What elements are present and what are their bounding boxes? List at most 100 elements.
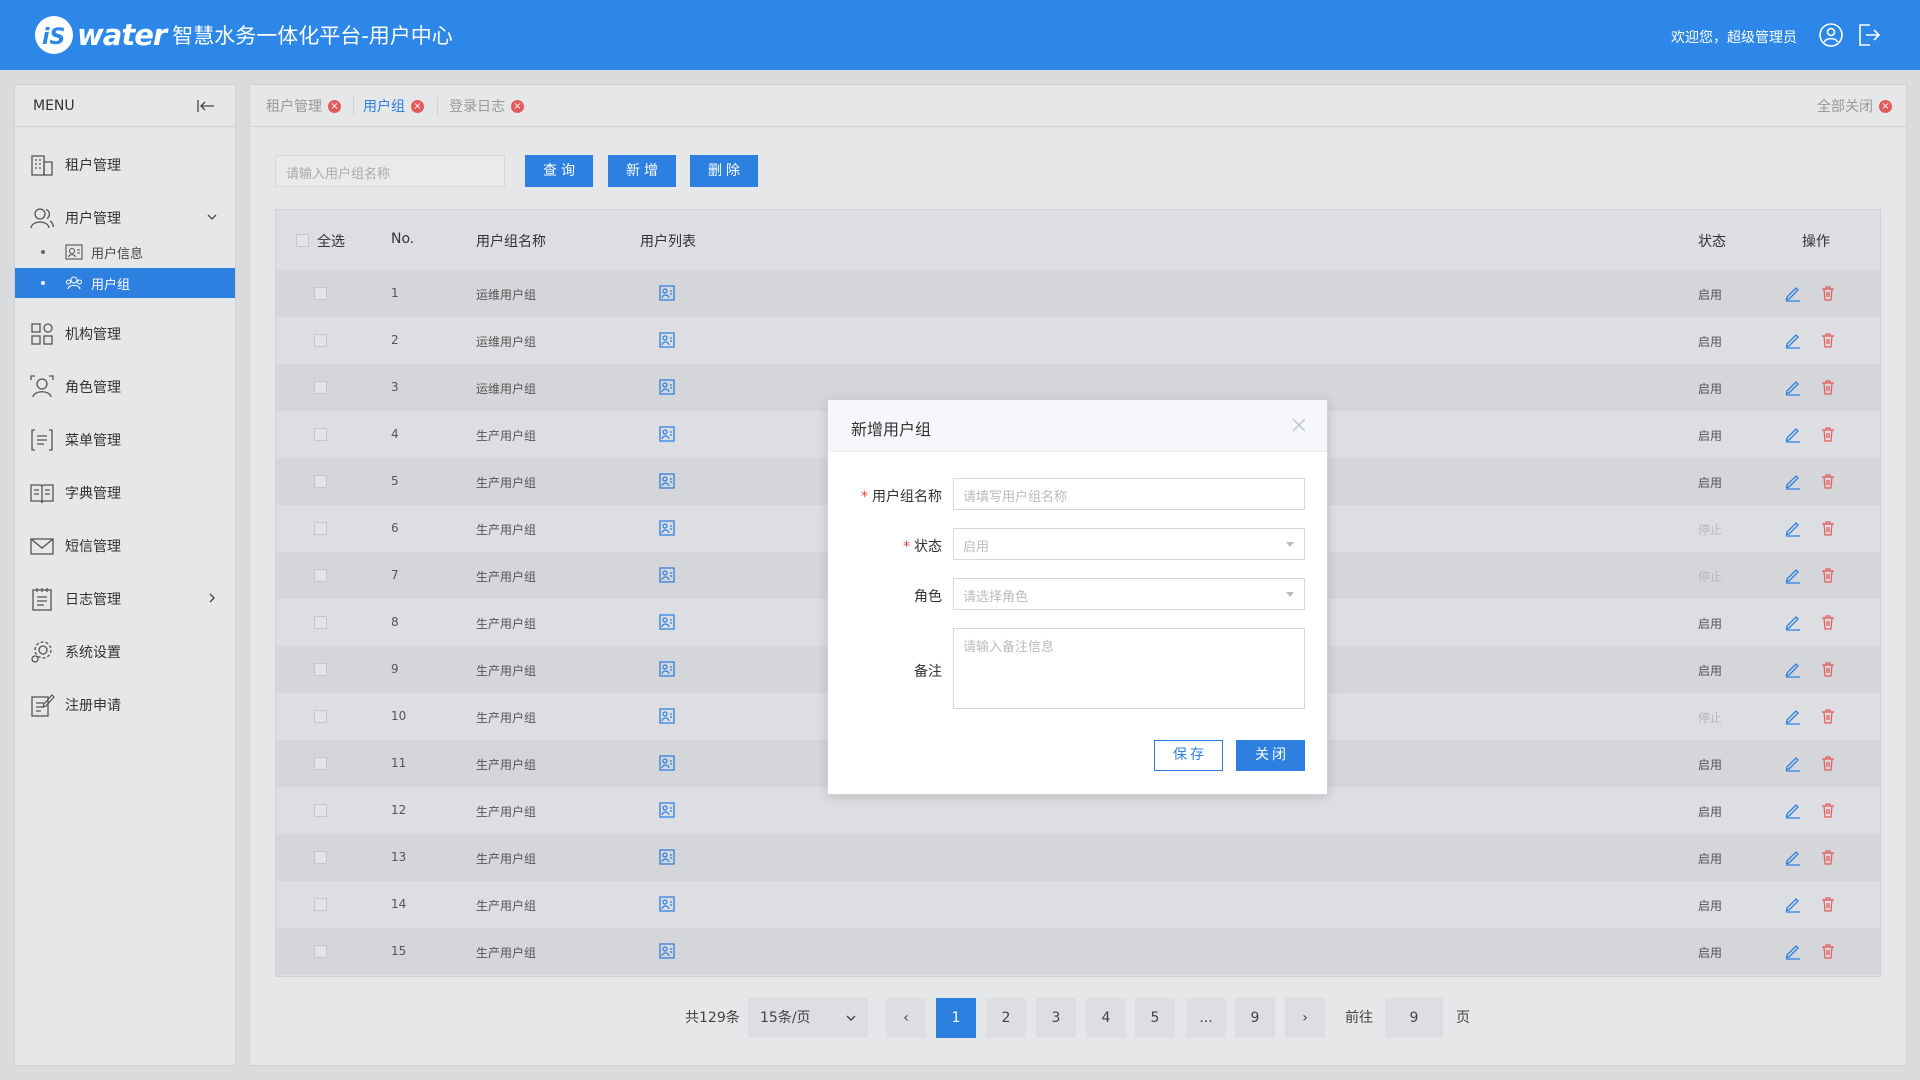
edit-icon[interactable]	[1784, 848, 1802, 866]
row-checkbox[interactable]	[314, 334, 327, 347]
user-list-icon[interactable]	[658, 707, 676, 725]
sidebar-item-tenant[interactable]: 租户管理	[15, 145, 235, 185]
user-list-icon[interactable]	[658, 942, 676, 960]
row-checkbox[interactable]	[314, 616, 327, 629]
edit-icon[interactable]	[1784, 331, 1802, 349]
close-button[interactable]: 关闭	[1236, 740, 1305, 771]
search-input[interactable]: 请输入用户组名称	[275, 155, 505, 187]
delete-icon[interactable]	[1819, 613, 1837, 631]
row-checkbox[interactable]	[314, 381, 327, 394]
select-all-checkbox[interactable]	[296, 234, 309, 247]
row-checkbox[interactable]	[314, 851, 327, 864]
edit-icon[interactable]	[1784, 378, 1802, 396]
row-checkbox[interactable]	[314, 804, 327, 817]
row-checkbox[interactable]	[314, 663, 327, 676]
sidebar-item-users[interactable]: 用户管理	[15, 198, 235, 238]
sidebar-item-org[interactable]: 机构管理	[15, 314, 235, 354]
user-list-icon[interactable]	[658, 895, 676, 913]
add-button[interactable]: 新增	[608, 155, 676, 187]
delete-icon[interactable]	[1819, 895, 1837, 913]
tab-login-log[interactable]: 登录日志 ×	[449, 85, 524, 127]
row-checkbox[interactable]	[314, 428, 327, 441]
tab-tenant[interactable]: 租户管理 ×	[266, 85, 341, 127]
delete-icon[interactable]	[1819, 848, 1837, 866]
sidebar-item-settings[interactable]: 系统设置	[15, 632, 235, 672]
row-checkbox[interactable]	[314, 898, 327, 911]
delete-icon[interactable]	[1819, 425, 1837, 443]
edit-icon[interactable]	[1784, 754, 1802, 772]
user-list-icon[interactable]	[658, 519, 676, 537]
delete-icon[interactable]	[1819, 472, 1837, 490]
user-list-icon[interactable]	[658, 801, 676, 819]
page-button-2[interactable]: 2	[986, 998, 1026, 1038]
edit-icon[interactable]	[1784, 613, 1802, 631]
sidebar-item-register[interactable]: 注册申请	[15, 685, 235, 725]
user-list-icon[interactable]	[658, 284, 676, 302]
edit-icon[interactable]	[1784, 472, 1802, 490]
user-list-icon[interactable]	[658, 848, 676, 866]
note-textarea[interactable]: 请输入备注信息	[953, 628, 1305, 709]
delete-icon[interactable]	[1819, 660, 1837, 678]
row-checkbox[interactable]	[314, 710, 327, 723]
group-name-input[interactable]: 请填写用户组名称	[953, 478, 1305, 510]
tab-close-icon[interactable]: ×	[511, 99, 524, 113]
page-button-1[interactable]: 1	[936, 998, 976, 1038]
delete-icon[interactable]	[1819, 331, 1837, 349]
user-list-icon[interactable]	[658, 660, 676, 678]
page-ellipsis[interactable]: ...	[1186, 998, 1226, 1038]
row-checkbox[interactable]	[314, 287, 327, 300]
row-checkbox[interactable]	[314, 569, 327, 582]
row-checkbox[interactable]	[314, 945, 327, 958]
delete-icon[interactable]	[1819, 519, 1837, 537]
row-checkbox[interactable]	[314, 475, 327, 488]
close-all-tabs[interactable]: 全部关闭 ×	[1817, 85, 1892, 127]
user-list-icon[interactable]	[658, 613, 676, 631]
user-list-icon[interactable]	[658, 472, 676, 490]
delete-button[interactable]: 删除	[690, 155, 758, 187]
status-select[interactable]: 启用	[953, 528, 1305, 560]
sidebar-item-sms[interactable]: 短信管理	[15, 526, 235, 566]
page-button-9[interactable]: 9	[1235, 998, 1275, 1038]
edit-icon[interactable]	[1784, 895, 1802, 913]
delete-icon[interactable]	[1819, 754, 1837, 772]
sidebar-item-role[interactable]: 角色管理	[15, 367, 235, 407]
delete-icon[interactable]	[1819, 378, 1837, 396]
delete-icon[interactable]	[1819, 801, 1837, 819]
page-button-3[interactable]: 3	[1036, 998, 1076, 1038]
row-checkbox[interactable]	[314, 757, 327, 770]
edit-icon[interactable]	[1784, 660, 1802, 678]
sidebar-item-dictionary[interactable]: 字典管理	[15, 473, 235, 513]
logout-icon[interactable]	[1856, 22, 1882, 48]
sidebar-subitem-user-group[interactable]: 用户组	[15, 268, 235, 298]
collapse-menu-icon[interactable]	[197, 99, 215, 113]
query-button[interactable]: 查询	[525, 155, 593, 187]
user-icon[interactable]	[1818, 22, 1844, 48]
edit-icon[interactable]	[1784, 707, 1802, 725]
delete-icon[interactable]	[1819, 707, 1837, 725]
next-page-button[interactable]: ›	[1285, 998, 1325, 1038]
row-checkbox[interactable]	[314, 522, 327, 535]
delete-icon[interactable]	[1819, 284, 1837, 302]
edit-icon[interactable]	[1784, 284, 1802, 302]
sidebar-subitem-user-info[interactable]: 用户信息	[15, 237, 235, 267]
save-button[interactable]: 保存	[1154, 740, 1223, 771]
user-list-icon[interactable]	[658, 378, 676, 396]
close-all-icon[interactable]: ×	[1879, 99, 1892, 113]
close-icon[interactable]	[1289, 415, 1309, 435]
user-list-icon[interactable]	[658, 425, 676, 443]
sidebar-item-log[interactable]: 日志管理	[15, 579, 235, 619]
edit-icon[interactable]	[1784, 942, 1802, 960]
goto-page-input[interactable]: 9	[1385, 998, 1443, 1038]
delete-icon[interactable]	[1819, 942, 1837, 960]
tab-user-group[interactable]: 用户组 ×	[363, 85, 424, 127]
edit-icon[interactable]	[1784, 425, 1802, 443]
page-button-4[interactable]: 4	[1086, 998, 1126, 1038]
page-size-select[interactable]: 15条/页	[748, 998, 868, 1038]
user-list-icon[interactable]	[658, 754, 676, 772]
page-button-5[interactable]: 5	[1135, 998, 1175, 1038]
prev-page-button[interactable]: ‹	[886, 998, 926, 1038]
edit-icon[interactable]	[1784, 801, 1802, 819]
edit-icon[interactable]	[1784, 566, 1802, 584]
sidebar-item-menu[interactable]: 菜单管理	[15, 420, 235, 460]
user-list-icon[interactable]	[658, 331, 676, 349]
